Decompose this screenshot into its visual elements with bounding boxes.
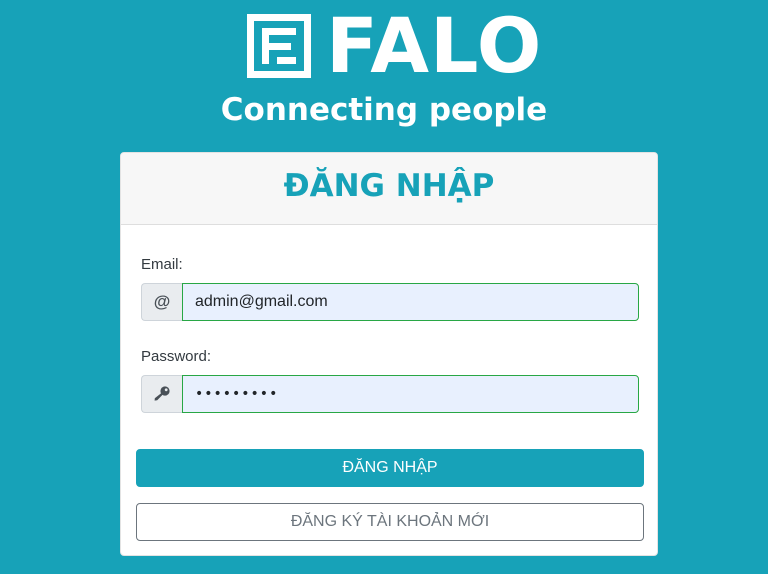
login-title: ĐĂNG NHẬP (283, 168, 495, 204)
login-card: ĐĂNG NHẬP Email: @ Password: ĐĂNG NHẬP Đ… (120, 152, 658, 556)
password-input-group (141, 375, 639, 413)
brand-logo-row: FALO (247, 1, 543, 90)
brand-name: FALO (326, 1, 543, 90)
email-input-group: @ (141, 283, 639, 321)
login-button[interactable]: ĐĂNG NHẬP (136, 449, 644, 487)
login-card-header: ĐĂNG NHẬP (121, 153, 657, 225)
register-button[interactable]: ĐĂNG KÝ TÀI KHOẢN MỚI (136, 503, 644, 541)
email-field[interactable] (182, 283, 639, 321)
password-label: Password: (141, 348, 212, 365)
at-sign-icon: @ (153, 292, 171, 311)
email-label: Email: (141, 256, 183, 273)
falo-logo-icon (247, 14, 311, 78)
brand-tagline: Connecting people (220, 92, 548, 128)
key-icon (154, 386, 170, 401)
password-addon (141, 375, 182, 413)
email-addon: @ (141, 283, 182, 321)
password-field[interactable] (182, 375, 639, 413)
